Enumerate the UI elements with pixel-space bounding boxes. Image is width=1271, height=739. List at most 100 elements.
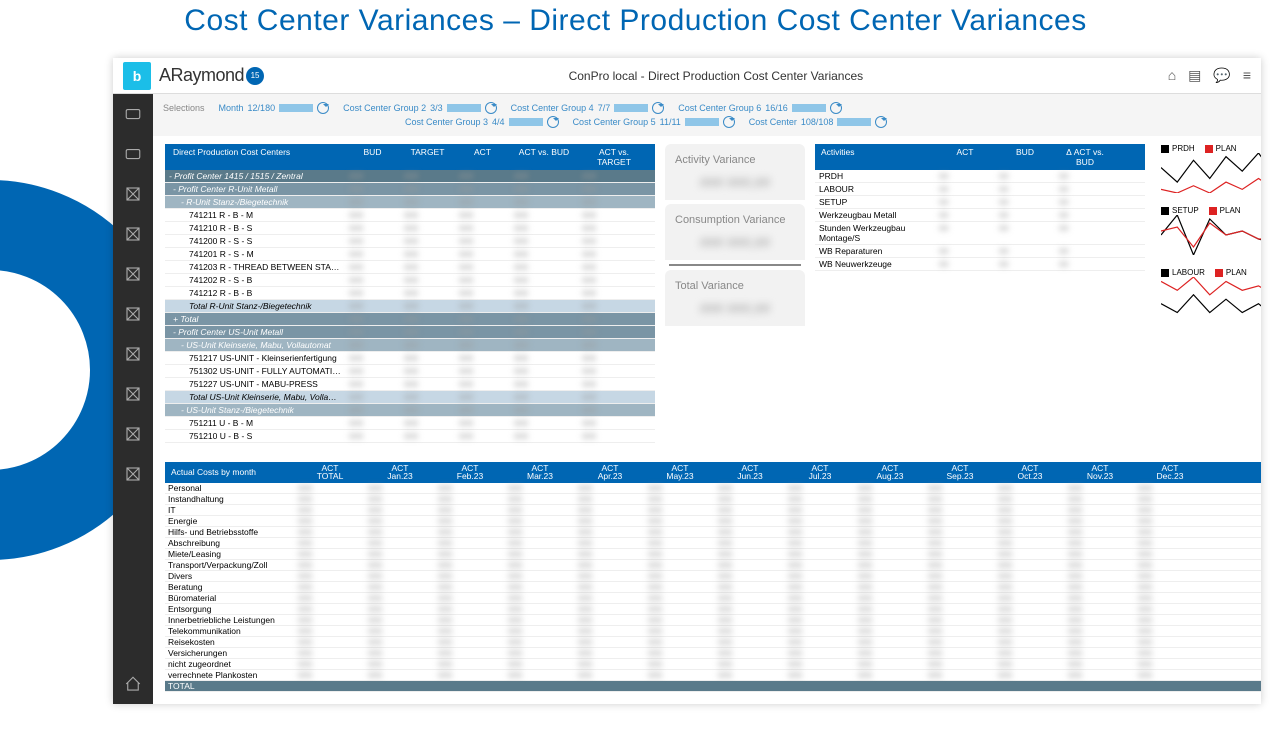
table-row[interactable]: Beratung00000000000000000000000000000000… bbox=[165, 582, 1261, 593]
table-row[interactable]: 741203 R - THREAD BETWEEN STAMPING000000… bbox=[165, 261, 655, 274]
refresh-icon[interactable] bbox=[485, 102, 497, 114]
col-header[interactable]: ACTSep.23 bbox=[925, 462, 995, 483]
table-row[interactable]: - Profit Center R-Unit Metall00000000000… bbox=[165, 183, 655, 196]
col-header[interactable]: ACTTOTAL bbox=[295, 462, 365, 483]
selection-chip[interactable]: Cost Center Group 511/11 bbox=[573, 116, 735, 128]
table-row[interactable]: PRDH000000 bbox=[815, 170, 1145, 183]
table-row[interactable]: WB Reparaturen000000 bbox=[815, 245, 1145, 258]
table-row[interactable]: Personal00000000000000000000000000000000… bbox=[165, 483, 1261, 494]
bookmark-icon[interactable]: ▤ bbox=[1188, 67, 1201, 84]
table-row[interactable]: Hilfs- und Betriebsstoffe000000000000000… bbox=[165, 527, 1261, 538]
sidebar-nav-b[interactable] bbox=[113, 134, 153, 174]
table-row[interactable]: 741210 R - B - S000000000000000 bbox=[165, 222, 655, 235]
table-row[interactable]: 751211 U - B - M000000000000000 bbox=[165, 417, 655, 430]
table-row[interactable]: + Total000000000000000 bbox=[165, 313, 655, 326]
table-row[interactable]: 741211 R - B - M000000000000000 bbox=[165, 209, 655, 222]
sidebar-nav-e[interactable] bbox=[113, 254, 153, 294]
table-row[interactable]: Miete/Leasing000000000000000000000000000… bbox=[165, 549, 1261, 560]
table-row[interactable]: Büromaterial0000000000000000000000000000… bbox=[165, 593, 1261, 604]
refresh-icon[interactable] bbox=[547, 116, 559, 128]
col-header[interactable]: ACTNov.23 bbox=[1065, 462, 1135, 483]
table-row[interactable]: 751217 US-UNIT - Kleinserienfertigung000… bbox=[165, 352, 655, 365]
refresh-icon[interactable] bbox=[317, 102, 329, 114]
table-row[interactable]: Abschreibung0000000000000000000000000000… bbox=[165, 538, 1261, 549]
sidebar-home-icon[interactable] bbox=[113, 664, 153, 704]
col-header[interactable]: Δ ACT vs. BUD bbox=[1055, 144, 1115, 170]
sidebar-nav-f[interactable] bbox=[113, 294, 153, 334]
refresh-icon[interactable] bbox=[875, 116, 887, 128]
selection-chip[interactable]: Month12/180 bbox=[219, 102, 330, 114]
sidebar-nav-c[interactable] bbox=[113, 174, 153, 214]
col-header[interactable]: ACTFeb.23 bbox=[435, 462, 505, 483]
table-row[interactable]: Stunden Werkzeugbau Montage/S000000 bbox=[815, 222, 1145, 245]
table-row[interactable]: Transport/Verpackung/Zoll000000000000000… bbox=[165, 560, 1261, 571]
refresh-icon[interactable] bbox=[652, 102, 664, 114]
selection-chip[interactable]: Cost Center Group 34/4 bbox=[405, 116, 559, 128]
table-row[interactable]: nicht zugeordnet000000000000000000000000… bbox=[165, 659, 1261, 670]
selection-chip[interactable]: Cost Center Group 47/7 bbox=[511, 102, 665, 114]
refresh-icon[interactable] bbox=[723, 116, 735, 128]
col-header[interactable]: ACT vs. TARGET bbox=[578, 144, 650, 170]
table-row[interactable]: - US-Unit Stanz-/Biegetechnik00000000000… bbox=[165, 404, 655, 417]
sidebar-nav-i[interactable] bbox=[113, 414, 153, 454]
col-header[interactable]: ACTOct.23 bbox=[995, 462, 1065, 483]
col-header[interactable]: ACTDec.23 bbox=[1135, 462, 1205, 483]
col-header[interactable]: ACTMay.23 bbox=[645, 462, 715, 483]
selections-label: Selections bbox=[163, 103, 205, 113]
col-header[interactable]: BUD bbox=[345, 144, 400, 170]
col-header[interactable]: Actual Costs by month bbox=[165, 462, 295, 483]
col-header[interactable]: ACTJul.23 bbox=[785, 462, 855, 483]
table-row[interactable]: 751302 US-UNIT - FULLY AUTOMATIC MAC0000… bbox=[165, 365, 655, 378]
table-row[interactable]: Telekommunikation00000000000000000000000… bbox=[165, 626, 1261, 637]
col-header[interactable]: TARGET bbox=[400, 144, 455, 170]
col-header[interactable]: BUD bbox=[995, 144, 1055, 170]
sidebar-nav-a[interactable] bbox=[113, 94, 153, 134]
table-row[interactable]: Versicherungen00000000000000000000000000… bbox=[165, 648, 1261, 659]
table-row[interactable]: IT00000000000000000000000000000000000000… bbox=[165, 505, 1261, 516]
table-row[interactable]: SETUP000000 bbox=[815, 196, 1145, 209]
table-row[interactable]: Energie000000000000000000000000000000000… bbox=[165, 516, 1261, 527]
table-row[interactable]: - Profit Center US-Unit Metall0000000000… bbox=[165, 326, 655, 339]
table-row[interactable]: - Profit Center 1415 / 1515 / Zentral000… bbox=[165, 170, 655, 183]
table-row[interactable]: 741201 R - S - M000000000000000 bbox=[165, 248, 655, 261]
table-row[interactable]: - R-Unit Stanz-/Biegetechnik000000000000… bbox=[165, 196, 655, 209]
table-row[interactable]: Divers0000000000000000000000000000000000… bbox=[165, 571, 1261, 582]
table-row[interactable]: verrechnete Plankosten000000000000000000… bbox=[165, 670, 1261, 681]
table-row[interactable]: Instandhaltung00000000000000000000000000… bbox=[165, 494, 1261, 505]
table-row[interactable]: LABOUR000000 bbox=[815, 183, 1145, 196]
col-header[interactable]: ACT bbox=[455, 144, 510, 170]
table-row[interactable]: Entsorgung000000000000000000000000000000… bbox=[165, 604, 1261, 615]
col-header[interactable]: ACT vs. BUD bbox=[510, 144, 578, 170]
selection-chip[interactable]: Cost Center Group 23/3 bbox=[343, 102, 497, 114]
refresh-icon[interactable] bbox=[830, 102, 842, 114]
col-header[interactable]: ACT bbox=[935, 144, 995, 170]
col-header[interactable]: ACTApr.23 bbox=[575, 462, 645, 483]
table-row[interactable]: WB Neuwerkzeuge000000 bbox=[815, 258, 1145, 271]
selection-chip[interactable]: Cost Center Group 616/16 bbox=[678, 102, 842, 114]
col-header[interactable]: ACTMar.23 bbox=[505, 462, 575, 483]
sidebar-nav-d[interactable] bbox=[113, 214, 153, 254]
table-row[interactable]: 741202 R - S - B000000000000000 bbox=[165, 274, 655, 287]
table-row[interactable]: Total R-Unit Stanz-/Biegetechnik00000000… bbox=[165, 300, 655, 313]
chat-icon[interactable]: 💬 bbox=[1213, 67, 1230, 84]
table-row[interactable]: Werkzeugbau Metall000000 bbox=[815, 209, 1145, 222]
col-header[interactable]: ACTJan.23 bbox=[365, 462, 435, 483]
table-row[interactable]: 741200 R - S - S000000000000000 bbox=[165, 235, 655, 248]
selection-chip[interactable]: Cost Center108/108 bbox=[749, 116, 888, 128]
sidebar-nav-g[interactable] bbox=[113, 334, 153, 374]
sidebar-nav-j[interactable] bbox=[113, 454, 153, 494]
table-row[interactable]: 741212 R - B - B000000000000000 bbox=[165, 287, 655, 300]
table-row[interactable]: - US-Unit Kleinserie, Mabu, Vollautomat0… bbox=[165, 339, 655, 352]
table-row[interactable]: Total US-Unit Kleinserie, Mabu, Vollauto… bbox=[165, 391, 655, 404]
table-row[interactable]: 751227 US-UNIT - MABU-PRESS0000000000000… bbox=[165, 378, 655, 391]
col-header[interactable]: Direct Production Cost Centers bbox=[165, 144, 345, 170]
col-header[interactable]: ACTAug.23 bbox=[855, 462, 925, 483]
col-header[interactable]: Activities bbox=[815, 144, 935, 170]
table-row[interactable]: Reisekosten00000000000000000000000000000… bbox=[165, 637, 1261, 648]
col-header[interactable]: ACTJun.23 bbox=[715, 462, 785, 483]
home-icon[interactable]: ⌂ bbox=[1168, 67, 1176, 84]
table-row[interactable]: 751210 U - B - S000000000000000 bbox=[165, 430, 655, 443]
sidebar-nav-h[interactable] bbox=[113, 374, 153, 414]
table-row[interactable]: Innerbetriebliche Leistungen000000000000… bbox=[165, 615, 1261, 626]
menu-icon[interactable]: ≡ bbox=[1243, 67, 1251, 84]
